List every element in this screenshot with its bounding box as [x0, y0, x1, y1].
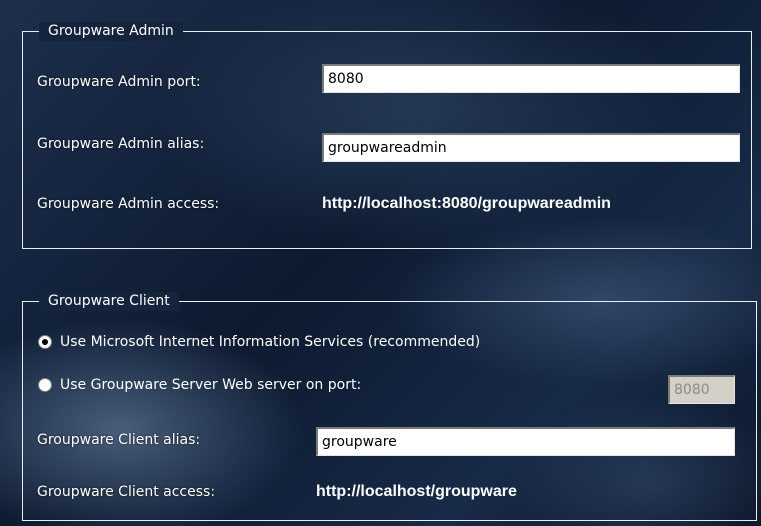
groupware-admin-legend: Groupware Admin	[39, 22, 183, 41]
radio-selected-dot	[42, 339, 48, 345]
client-port-input[interactable]: 8080	[668, 375, 735, 404]
admin-alias-label: Groupware Admin alias:	[37, 136, 205, 152]
client-alias-input[interactable]: groupware	[316, 427, 735, 456]
use-builtin-server-radio-option[interactable]: Use Groupware Server Web server on port:	[38, 377, 361, 393]
use-builtin-server-radio[interactable]	[38, 378, 52, 392]
groupware-client-legend: Groupware Client	[39, 292, 179, 311]
use-iis-label[interactable]: Use Microsoft Internet Information Servi…	[60, 334, 480, 350]
client-access-label: Groupware Client access:	[37, 484, 216, 500]
use-iis-radio-option[interactable]: Use Microsoft Internet Information Servi…	[38, 334, 480, 350]
admin-port-label: Groupware Admin port:	[37, 74, 201, 90]
admin-port-input[interactable]: 8080	[322, 64, 740, 93]
use-builtin-server-label[interactable]: Use Groupware Server Web server on port:	[60, 377, 361, 393]
admin-access-label: Groupware Admin access:	[37, 196, 220, 212]
use-iis-radio[interactable]	[38, 335, 52, 349]
admin-access-url: http://localhost:8080/groupwareadmin	[322, 195, 611, 212]
client-access-url: http://localhost/groupware	[316, 483, 517, 500]
admin-alias-input[interactable]: groupwareadmin	[322, 133, 740, 162]
client-alias-label: Groupware Client alias:	[37, 432, 201, 448]
